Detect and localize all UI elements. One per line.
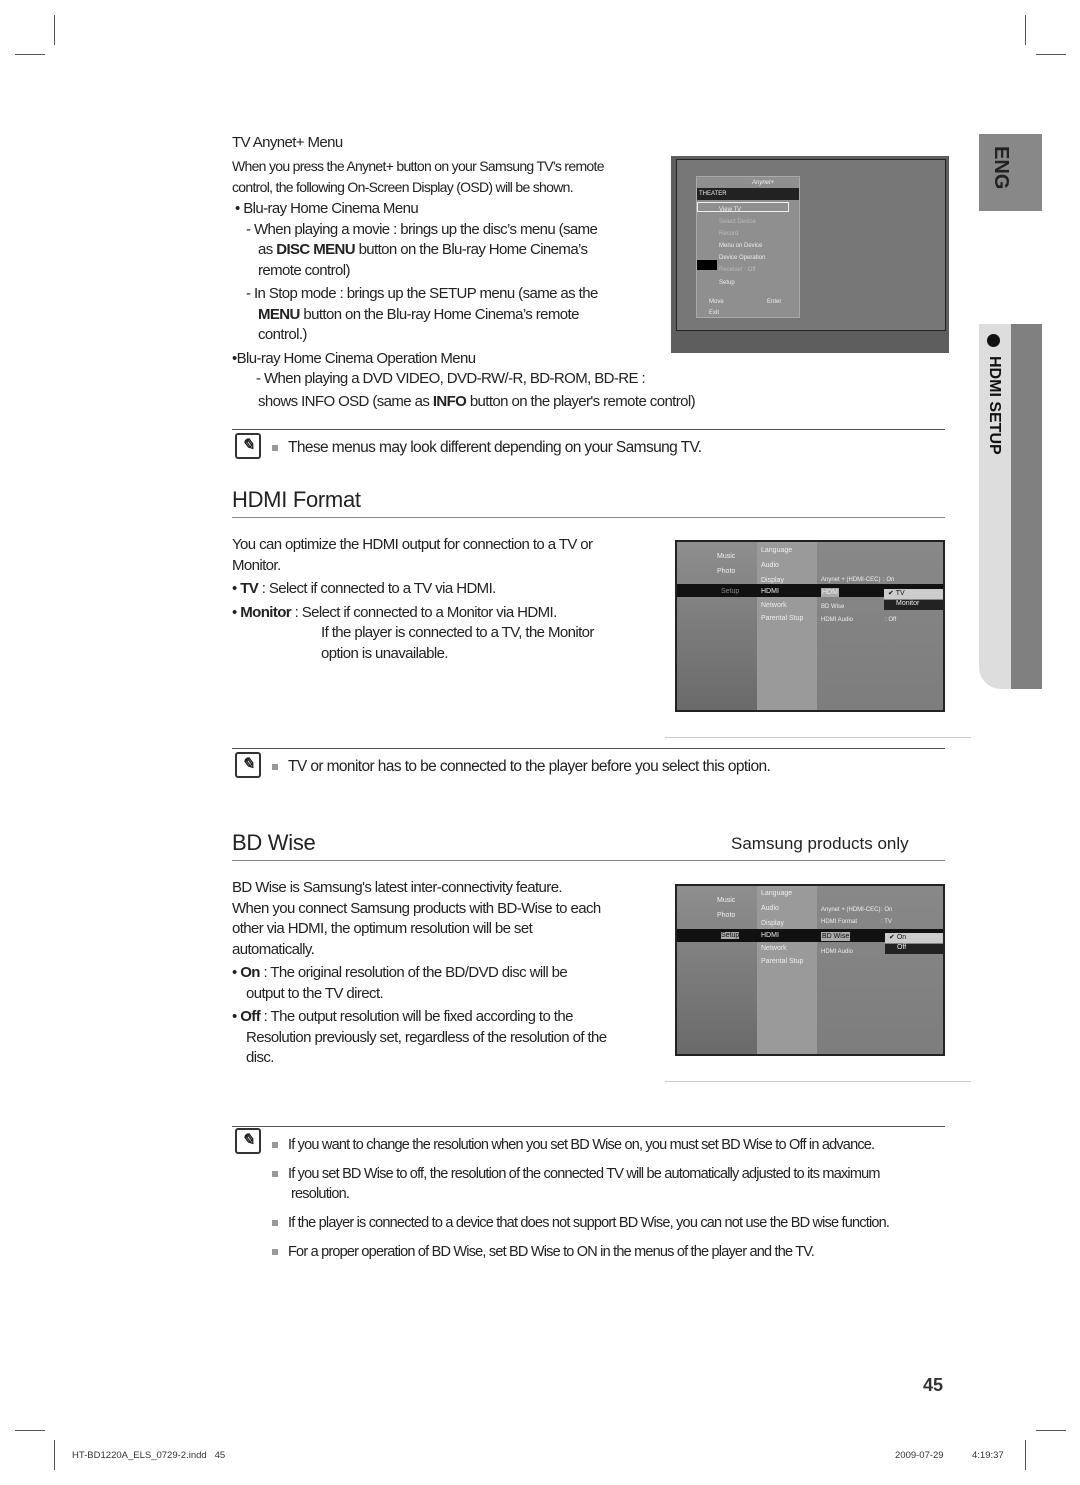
crop-mark [1025,15,1026,45]
bd-wise-osd-screenshot: Music Photo Setup Language Audio Display… [675,884,945,1056]
crop-mark [15,1430,45,1431]
language-label: ENG [990,146,1012,190]
note: These menus may look different depending… [272,438,702,459]
section-title-hdmi-format: HDMI Format [232,487,361,512]
divider [232,860,945,861]
bd-wise-text: BD Wise is Samsung's latest inter-connec… [232,879,607,1066]
section-label: HDMI SETUP [986,356,1003,455]
anynet-heading: TV Anynet+ Menu [232,134,343,151]
note-icon: ✎ [235,433,261,459]
section-tab: HDMI SETUP [979,324,1042,689]
anynet-intro: When you press the Anynet+ button on you… [232,158,604,195]
page-number: 45 [923,1375,944,1395]
anynet-list: • Blu-ray Home Cinema Menu - When playin… [232,200,696,410]
crop-mark [1036,1430,1066,1431]
divider [665,737,971,738]
bd-wise-notes: If you want to change the resolution whe… [272,1135,890,1262]
footer-date: 2009-07-29 [895,1450,944,1461]
crop-mark [15,54,45,55]
footer-file: HT-BD1220A_ELS_0729-2.indd 45 [72,1450,226,1461]
divider [232,517,945,518]
crop-mark [54,15,55,45]
divider [232,748,945,749]
divider [232,429,945,430]
crop-mark [1025,1440,1026,1470]
divider [232,1126,945,1127]
note-icon: ✎ [235,752,261,778]
hdmi-format-text: You can optimize the HDMI output for con… [232,536,594,662]
crop-mark [54,1440,55,1470]
language-tab: ENG [979,134,1042,211]
anynet-osd-screenshot: Anynet+ THEATER View TV Select Device Reco… [671,156,949,353]
samsung-only-badge: Samsung products only [731,834,909,853]
divider [665,1081,971,1082]
section-title-bd-wise: BD Wise [232,830,316,855]
crop-mark [1036,54,1066,55]
footer-time: 4:19:37 [972,1450,1004,1461]
note-icon: ✎ [235,1128,261,1154]
hdmi-format-osd-screenshot: Music Photo Setup Language Audio Display… [675,540,945,712]
note: TV or monitor has to be connected to the… [272,757,771,778]
bullet-icon [987,334,1000,347]
